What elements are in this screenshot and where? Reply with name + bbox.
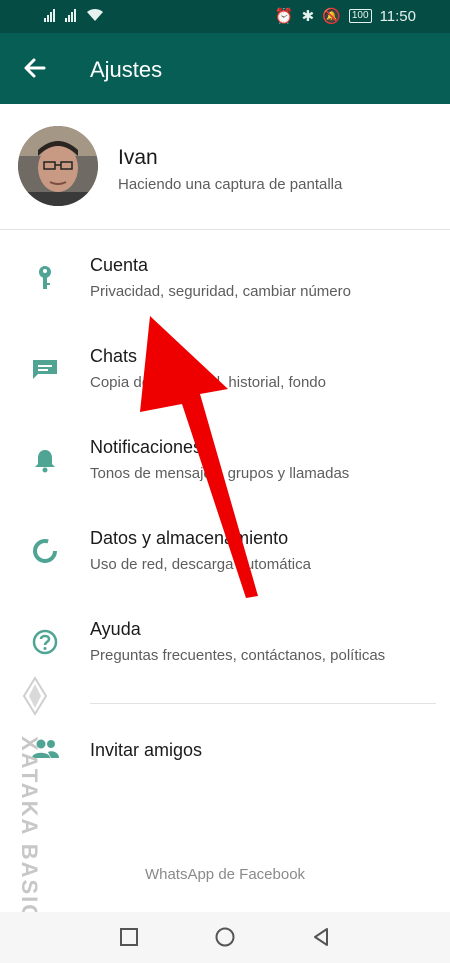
settings-item-title: Ayuda bbox=[90, 619, 141, 639]
data-usage-icon bbox=[33, 539, 57, 563]
signal-icon bbox=[44, 8, 55, 22]
navigation-bar bbox=[0, 912, 450, 963]
bluetooth-icon: ✱ bbox=[301, 8, 315, 25]
page-title: Ajustes bbox=[90, 57, 163, 82]
nav-back-icon[interactable] bbox=[310, 926, 332, 948]
profile-status: Haciendo una captura de pantalla bbox=[118, 176, 343, 193]
chat-icon bbox=[33, 360, 57, 379]
status-right: ⏰ ✱ 🔕 100 11:50 bbox=[274, 7, 416, 26]
settings-item-title: Cuenta bbox=[90, 255, 149, 275]
settings-item-subtitle: Tonos de mensajes, grupos y llamadas bbox=[90, 465, 350, 482]
profile-name: Ivan bbox=[118, 146, 158, 169]
settings-item-datos[interactable]: Datos y almacenamiento Uso de red, desca… bbox=[0, 506, 450, 596]
settings-item-cuenta[interactable]: Cuenta Privacidad, seguridad, cambiar nú… bbox=[0, 233, 450, 323]
alarm-icon: ⏰ bbox=[274, 8, 294, 25]
profile-row[interactable]: Ivan Haciendo una captura de pantalla bbox=[0, 104, 450, 230]
clock: 11:50 bbox=[379, 7, 416, 25]
signal-icon bbox=[65, 8, 76, 22]
settings-item-ayuda[interactable]: Ayuda Preguntas frecuentes, contáctanos,… bbox=[0, 597, 450, 687]
mute-icon: 🔕 bbox=[322, 8, 341, 25]
app-bar: Ajustes bbox=[0, 33, 450, 104]
settings-item-title: Invitar amigos bbox=[90, 740, 203, 760]
watermark: XATAKA BASICS bbox=[17, 676, 50, 939]
recent-apps-icon[interactable] bbox=[118, 926, 140, 948]
settings-item-subtitle: Uso de red, descarga automática bbox=[90, 556, 311, 573]
settings-item-notificaciones[interactable]: Notificaciones Tonos de mensajes, grupos… bbox=[0, 415, 450, 505]
avatar[interactable] bbox=[18, 126, 98, 206]
status-bar: ⏰ ✱ 🔕 100 11:50 bbox=[0, 0, 450, 33]
settings-item-chats[interactable]: Chats Copia de seguridad, historial, fon… bbox=[0, 324, 450, 414]
settings-item-subtitle: Copia de seguridad, historial, fondo bbox=[90, 374, 326, 391]
settings-item-title: Chats bbox=[90, 346, 138, 366]
profile-photo bbox=[18, 126, 98, 206]
settings-item-title: Notificaciones bbox=[90, 437, 203, 457]
watermark-logo bbox=[22, 676, 48, 716]
divider bbox=[90, 703, 436, 704]
key-icon bbox=[39, 266, 51, 289]
bell-icon bbox=[35, 450, 55, 473]
settings-item-invitar[interactable]: Invitar amigos bbox=[0, 708, 450, 792]
divider bbox=[0, 229, 450, 230]
battery-level: 100 bbox=[348, 9, 372, 23]
watermark-text: XATAKA BASICS bbox=[17, 736, 42, 939]
settings-item-title: Datos y almacenamiento bbox=[90, 528, 289, 548]
home-icon[interactable] bbox=[214, 926, 236, 948]
back-arrow-icon[interactable] bbox=[20, 53, 50, 83]
settings-item-subtitle: Privacidad, seguridad, cambiar número bbox=[90, 283, 351, 300]
footer-text: WhatsApp de Facebook bbox=[144, 866, 306, 883]
signal-indicators bbox=[44, 8, 104, 22]
help-icon bbox=[32, 629, 58, 655]
settings-item-subtitle: Preguntas frecuentes, contáctanos, polít… bbox=[90, 647, 386, 664]
wifi-icon bbox=[87, 8, 103, 21]
